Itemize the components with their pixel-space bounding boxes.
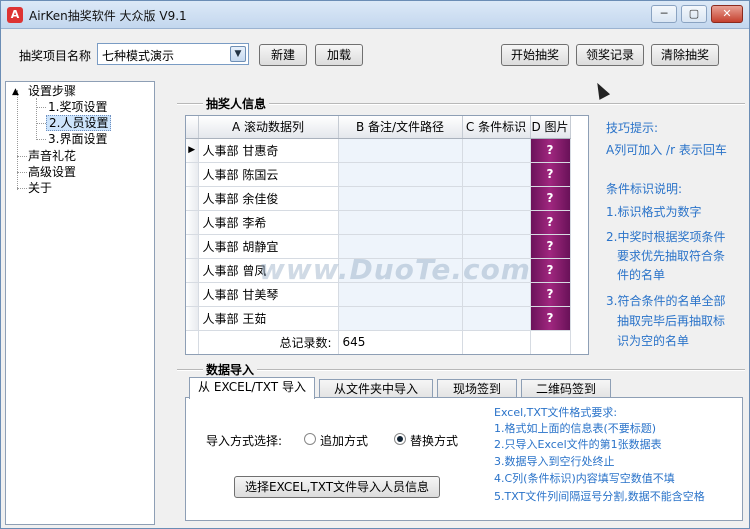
app-icon: A (7, 7, 23, 23)
cell-c[interactable] (462, 210, 531, 235)
cell-c[interactable] (462, 306, 531, 331)
tree-item-advanced[interactable]: 高级设置 (28, 165, 76, 179)
participants-section-title: 抽奖人信息 (203, 95, 270, 112)
project-select[interactable]: 七种模式演示 ▼ (97, 43, 249, 65)
table-row[interactable]: 人事部 王茹 ? (186, 306, 571, 331)
radio-replace-label[interactable]: 替换方式 (410, 432, 458, 449)
cell-b[interactable] (338, 210, 463, 235)
picture-placeholder-icon[interactable]: ? (530, 210, 571, 235)
picture-placeholder-icon[interactable]: ? (530, 234, 571, 259)
tree-item-steps[interactable]: 设置步骤 (28, 84, 76, 98)
cell-b[interactable] (338, 138, 463, 163)
participants-grid[interactable]: A 滚动数据列 B 备注/文件路径 C 条件标识 D 图片 ▶ 人事部 甘惠奇 … (185, 115, 589, 355)
table-row[interactable]: 人事部 陈国云 ? (186, 162, 571, 187)
total-row: 总记录数: 645 (186, 330, 571, 354)
cell-a[interactable]: 人事部 李希 (198, 210, 339, 235)
cell-c[interactable] (462, 138, 531, 163)
total-label: 总记录数: (198, 330, 339, 354)
tree-item-about[interactable]: 关于 (28, 181, 52, 195)
prize-records-button[interactable]: 领奖记录 (576, 44, 644, 66)
current-row-icon: ▶ (186, 138, 199, 163)
picture-placeholder-icon[interactable]: ? (530, 138, 571, 163)
tab-folder[interactable]: 从文件夹中导入 (319, 379, 433, 399)
title-bar: A AirKen抽奖软件 大众版 V9.1 ─ ▢ ✕ (1, 1, 749, 29)
format-note: 1.格式如上面的信息表(不要标题) (494, 422, 657, 435)
maximize-button[interactable]: ▢ (681, 5, 707, 23)
grid-header-row: A 滚动数据列 B 备注/文件路径 C 条件标识 D 图片 (186, 116, 571, 139)
format-note: 3.数据导入到空行处终止 (494, 455, 615, 468)
radio-append-label[interactable]: 追加方式 (320, 432, 368, 449)
app-window: A AirKen抽奖软件 大众版 V9.1 ─ ▢ ✕ 抽奖项目名称 七种模式演… (0, 0, 750, 529)
format-note: 2.只导入Excel文件的第1张数据表 (494, 438, 662, 451)
table-row[interactable]: 人事部 余佳俊 ? (186, 186, 571, 211)
cell-b[interactable] (338, 186, 463, 211)
picture-placeholder-icon[interactable]: ? (530, 306, 571, 331)
table-row[interactable]: ▶ 人事部 甘惠奇 ? (186, 138, 571, 163)
chevron-down-icon[interactable]: ▼ (230, 46, 246, 62)
cell-a[interactable]: 人事部 陈国云 (198, 162, 339, 187)
condition-heading: 条件标识说明: (606, 182, 683, 196)
column-header-d[interactable]: D 图片 (530, 116, 571, 139)
picture-placeholder-icon[interactable]: ? (530, 186, 571, 211)
import-tab-panel: 导入方式选择: 追加方式 替换方式 选择EXCEL,TXT文件导入人员信息 Ex… (185, 397, 743, 521)
tab-excel-txt[interactable]: 从 EXCEL/TXT 导入 (189, 377, 315, 399)
condition-note: 件的名单 (617, 268, 666, 282)
total-value: 645 (338, 330, 463, 354)
condition-note: 3.符合条件的名单全部 (606, 294, 726, 308)
format-note: 4.C列(条件标识)内容填写空数值不填 (494, 472, 675, 485)
tab-qrcode[interactable]: 二维码签到 (521, 379, 611, 399)
tree-item-ui-settings[interactable]: 3.界面设置 (48, 132, 107, 146)
column-header-b[interactable]: B 备注/文件路径 (338, 116, 463, 139)
radio-append[interactable] (304, 433, 316, 445)
load-button[interactable]: 加载 (315, 44, 363, 66)
tab-sign-in[interactable]: 现场签到 (437, 379, 517, 399)
tree-item-person-settings[interactable]: 2.人员设置 (46, 115, 112, 131)
format-note: Excel,TXT文件格式要求: (494, 406, 618, 419)
column-header-c[interactable]: C 条件标识 (462, 116, 531, 139)
cell-a[interactable]: 人事部 甘惠奇 (198, 138, 339, 163)
format-note: 5.TXT文件列间隔逗号分割,数据不能含空格 (494, 490, 705, 503)
cell-c[interactable] (462, 186, 531, 211)
cell-a[interactable]: 人事部 余佳俊 (198, 186, 339, 211)
picture-placeholder-icon[interactable]: ? (530, 282, 571, 307)
select-file-import-button[interactable]: 选择EXCEL,TXT文件导入人员信息 (234, 476, 440, 498)
close-button[interactable]: ✕ (711, 5, 743, 23)
tips-heading: 技巧提示: (606, 121, 659, 135)
new-button[interactable]: 新建 (259, 44, 307, 66)
project-label: 抽奖项目名称 (19, 49, 92, 63)
cell-b[interactable] (338, 162, 463, 187)
settings-tree: ▲ 设置步骤 1.奖项设置 2.人员设置 3.界面设置 声音礼花 高级设置 关于 (5, 81, 155, 525)
condition-note: 2.中奖时根据奖项条件 (606, 230, 726, 244)
start-draw-button[interactable]: 开始抽奖 (501, 44, 569, 66)
condition-note: 识为空的名单 (617, 334, 690, 348)
table-row[interactable]: 人事部 李希 ? (186, 210, 571, 235)
cell-b[interactable] (338, 306, 463, 331)
watermark: www.DuoTe.com (259, 253, 531, 286)
tips-line: A列可加入 /r 表示回车 (606, 143, 727, 157)
cell-c[interactable] (462, 162, 531, 187)
collapse-icon[interactable]: ▲ (12, 85, 19, 99)
window-title: AirKen抽奖软件 大众版 V9.1 (29, 9, 187, 23)
tree-item-prize-settings[interactable]: 1.奖项设置 (48, 100, 107, 114)
column-header-a[interactable]: A 滚动数据列 (198, 116, 339, 139)
condition-note: 要求优先抽取符合条 (617, 249, 726, 263)
clear-draw-button[interactable]: 清除抽奖 (651, 44, 719, 66)
cell-a[interactable]: 人事部 王茹 (198, 306, 339, 331)
import-mode-label: 导入方式选择: (206, 434, 283, 448)
mouse-cursor-icon (591, 80, 611, 100)
radio-replace[interactable] (394, 433, 406, 445)
tree-item-sound-fireworks[interactable]: 声音礼花 (28, 149, 76, 163)
condition-note: 抽取完毕后再抽取标 (617, 314, 726, 328)
condition-note: 1.标识格式为数字 (606, 205, 702, 219)
picture-placeholder-icon[interactable]: ? (530, 258, 571, 283)
picture-placeholder-icon[interactable]: ? (530, 162, 571, 187)
project-select-value: 七种模式演示 (102, 49, 175, 63)
minimize-button[interactable]: ─ (651, 5, 677, 23)
import-section-title: 数据导入 (203, 361, 258, 378)
